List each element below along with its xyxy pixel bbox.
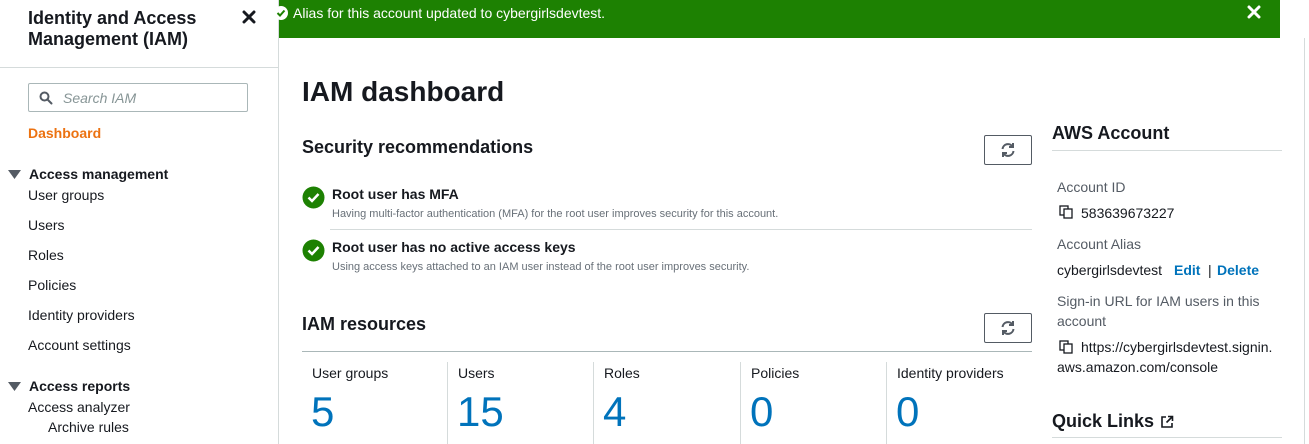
refresh-icon <box>1001 143 1015 157</box>
search-box[interactable] <box>28 83 248 112</box>
sidebar-item-policies[interactable]: Policies <box>28 277 76 293</box>
success-check-icon <box>302 186 325 209</box>
recommendation-description: Using access keys attached to an IAM use… <box>332 261 750 273</box>
resource-count-link[interactable]: 5 <box>311 386 334 438</box>
caret-down-icon <box>8 169 21 179</box>
resource-label: User groups <box>312 365 389 381</box>
account-id-label: Account ID <box>1057 179 1126 195</box>
iam-resources-heading: IAM resources <box>302 314 427 334</box>
resource-label: Identity providers <box>897 365 1004 381</box>
resource-count-link[interactable]: 4 <box>603 386 626 438</box>
resource-label: Users <box>458 365 495 381</box>
flash-message: Alias for this account updated to cyberg… <box>293 5 606 21</box>
sidebar-item-identity-providers[interactable]: Identity providers <box>28 307 135 323</box>
external-link-icon <box>1161 415 1174 428</box>
quick-links-heading[interactable]: Quick Links <box>1052 411 1174 432</box>
resource-user-groups[interactable]: User groups 5 <box>302 362 448 444</box>
success-check-icon <box>302 239 325 262</box>
copy-icon[interactable] <box>1059 340 1073 354</box>
sidebar-item-roles[interactable]: Roles <box>28 247 64 263</box>
sidebar: Identity and Access Management (IAM) Das… <box>0 0 279 444</box>
search-input[interactable] <box>63 89 243 107</box>
sidebar-item-access-analyzer[interactable]: Access analyzer <box>28 399 130 415</box>
recommendation-title: Root user has MFA <box>332 186 459 202</box>
resource-policies[interactable]: Policies 0 <box>741 362 887 444</box>
sidebar-item-account-settings[interactable]: Account settings <box>28 337 131 353</box>
success-icon <box>274 6 288 20</box>
close-icon[interactable] <box>1247 5 1261 19</box>
section-label: Access reports <box>29 378 131 394</box>
aws-account-heading: AWS Account <box>1052 123 1170 143</box>
account-id-value: 583639673227 <box>1081 205 1175 221</box>
sidebar-item-dashboard[interactable]: Dashboard <box>28 125 101 141</box>
account-alias-value: cybergirlsdevtest <box>1057 262 1163 278</box>
quick-links-label: Quick Links <box>1052 411 1155 431</box>
account-alias-label: Account Alias <box>1057 236 1142 252</box>
divider <box>302 351 1032 352</box>
delete-alias-link[interactable]: Delete <box>1217 262 1259 278</box>
sidebar-item-archive-rules[interactable]: Archive rules <box>48 419 129 435</box>
resource-count-link[interactable]: 15 <box>457 386 504 438</box>
sidebar-title: Identity and Access Management (IAM) <box>28 8 197 49</box>
signin-url-line2: aws.amazon.com/console <box>1057 359 1219 375</box>
sidebar-section-access-management[interactable]: Access management <box>8 166 168 182</box>
search-icon <box>39 91 53 105</box>
recommendation-description: Having multi-factor authentication (MFA)… <box>332 208 779 220</box>
resource-roles[interactable]: Roles 4 <box>594 362 740 444</box>
signin-url-label-line2: account <box>1057 313 1107 329</box>
close-icon[interactable] <box>240 8 258 26</box>
copy-icon[interactable] <box>1059 205 1073 219</box>
refresh-resources-button[interactable] <box>984 313 1032 343</box>
resource-count-link[interactable]: 0 <box>750 386 773 438</box>
security-recommendation-item: Root user has no active access keys Usin… <box>302 239 1032 279</box>
success-flash-banner: Alias for this account updated to cyberg… <box>274 0 1280 38</box>
resource-label: Roles <box>604 365 640 381</box>
resource-users[interactable]: Users 15 <box>448 362 594 444</box>
caret-down-icon <box>8 381 21 391</box>
edit-alias-link[interactable]: Edit <box>1174 262 1200 278</box>
security-recommendations-heading: Security recommendations <box>302 137 534 157</box>
divider <box>330 229 1032 230</box>
resource-label: Policies <box>751 365 800 381</box>
sidebar-divider <box>0 67 278 68</box>
refresh-icon <box>1001 321 1015 335</box>
divider <box>1052 150 1282 151</box>
sidebar-item-users[interactable]: Users <box>28 217 65 233</box>
page-title: IAM dashboard <box>302 76 505 107</box>
resource-identity-providers[interactable]: Identity providers 0 <box>887 362 1033 444</box>
signin-url-label-line1: Sign-in URL for IAM users in this <box>1057 293 1260 309</box>
sidebar-item-user-groups[interactable]: User groups <box>28 187 104 203</box>
divider <box>1052 437 1282 438</box>
scrollbar-track[interactable] <box>1304 38 1305 444</box>
security-recommendation-item: Root user has MFA Having multi-factor au… <box>302 186 1032 226</box>
signin-url-line1: https://cybergirlsdevtest.signin. <box>1081 339 1273 355</box>
resource-count-link[interactable]: 0 <box>896 386 919 438</box>
section-label: Access management <box>29 166 169 182</box>
link-separator: | <box>1208 262 1212 278</box>
sidebar-section-access-reports[interactable]: Access reports <box>8 378 130 394</box>
recommendation-title: Root user has no active access keys <box>332 239 576 255</box>
refresh-security-button[interactable] <box>984 135 1032 165</box>
